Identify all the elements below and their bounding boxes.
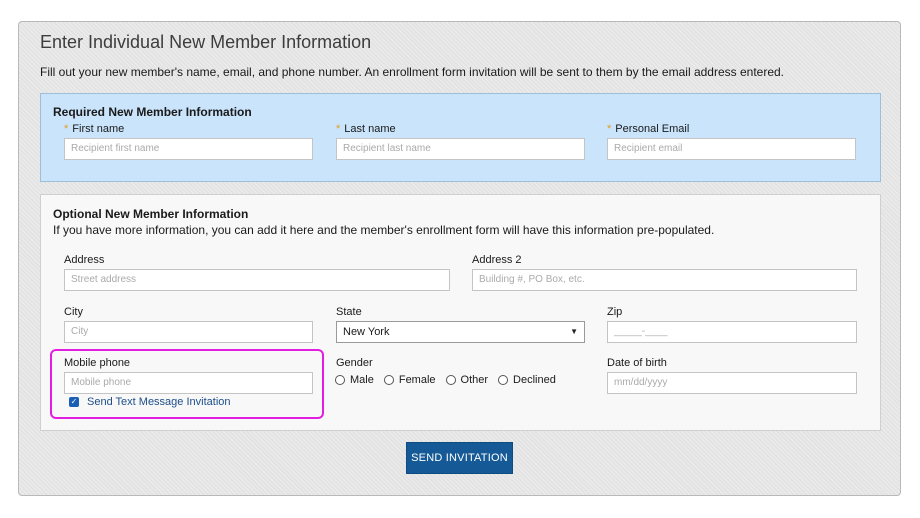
- member-form-panel: Enter Individual New Member Information …: [18, 21, 901, 496]
- dob-input[interactable]: mm/dd/yyyy: [607, 372, 857, 394]
- first-name-label: * First name: [64, 123, 125, 135]
- gender-declined-label[interactable]: Declined: [513, 374, 556, 386]
- email-label: * Personal Email: [607, 123, 690, 135]
- state-selected-value: New York: [343, 326, 390, 338]
- dob-label: Date of birth: [607, 357, 667, 369]
- send-invitation-button[interactable]: SEND INVITATION: [406, 442, 513, 474]
- zip-input[interactable]: _____-____: [607, 321, 857, 343]
- address-label: Address: [64, 254, 105, 266]
- gender-male-label[interactable]: Male: [350, 374, 374, 386]
- last-name-label: * Last name: [336, 123, 396, 135]
- city-input[interactable]: City: [64, 321, 313, 343]
- dropdown-arrow-icon: ▼: [570, 327, 578, 336]
- gender-other-label[interactable]: Other: [461, 374, 489, 386]
- text-invite-checkbox[interactable]: ✓: [69, 397, 79, 407]
- zip-label: Zip: [607, 306, 623, 318]
- page-title: Enter Individual New Member Information: [40, 32, 372, 52]
- required-star-icon: *: [64, 123, 69, 135]
- required-star-icon: *: [336, 123, 341, 135]
- required-section: Required New Member Information * First n…: [40, 93, 881, 182]
- address2-input[interactable]: Building #, PO Box, etc.: [472, 269, 857, 291]
- page-description: Fill out your new member's name, email, …: [40, 65, 784, 79]
- gender-label: Gender: [336, 357, 373, 369]
- address-input[interactable]: Street address: [64, 269, 450, 291]
- last-name-input[interactable]: Recipient last name: [336, 138, 585, 160]
- address2-label: Address 2: [472, 254, 522, 266]
- gender-male-radio[interactable]: [335, 375, 345, 385]
- text-invite-label[interactable]: Send Text Message Invitation: [87, 396, 231, 408]
- gender-declined-radio[interactable]: [498, 375, 509, 385]
- first-name-input[interactable]: Recipient first name: [64, 138, 313, 160]
- gender-female-label[interactable]: Female: [399, 374, 436, 386]
- email-input[interactable]: Recipient email: [607, 138, 856, 160]
- required-star-icon: *: [607, 123, 612, 135]
- optional-section-title: Optional New Member Information: [53, 207, 249, 221]
- required-section-title: Required New Member Information: [53, 105, 252, 119]
- city-label: City: [64, 306, 83, 318]
- gender-other-radio[interactable]: [445, 375, 456, 385]
- gender-female-radio[interactable]: [383, 375, 394, 385]
- mobile-phone-highlight: [50, 349, 324, 419]
- optional-section-subtitle: If you have more information, you can ad…: [53, 223, 715, 237]
- gender-radio-group: Male Female Other Declined: [335, 374, 566, 386]
- state-label: State: [336, 306, 362, 318]
- state-select[interactable]: New York ▼: [336, 321, 585, 343]
